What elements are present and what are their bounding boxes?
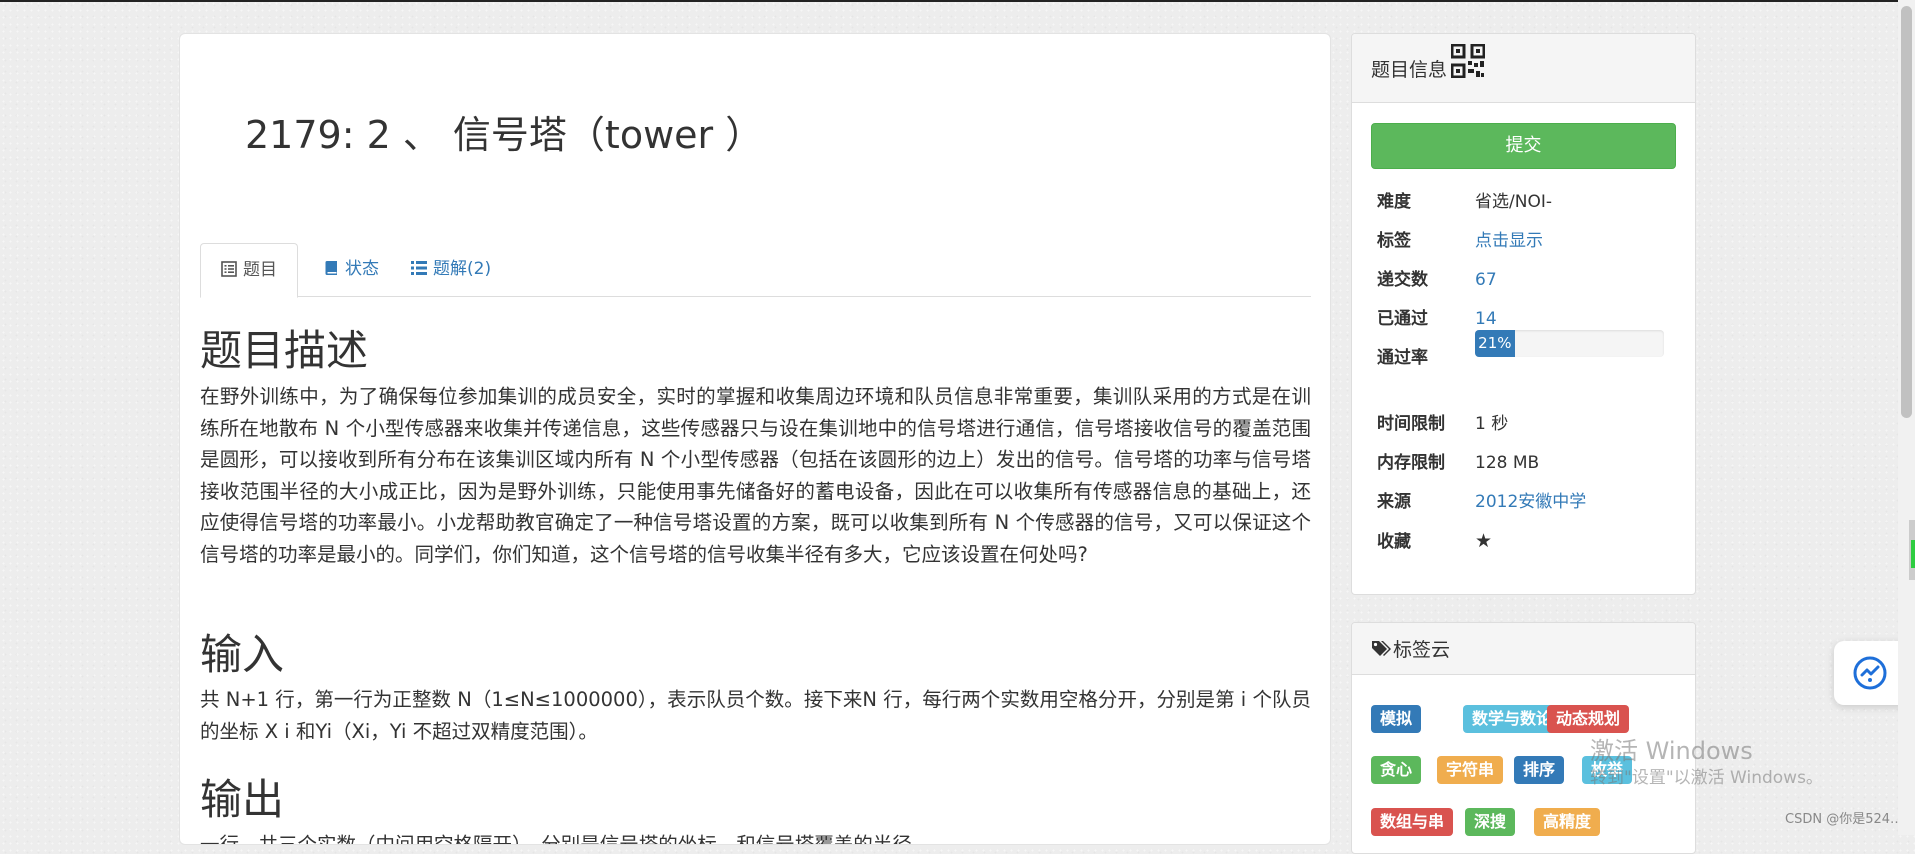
qrcode-icon[interactable]	[1451, 44, 1486, 78]
memory-limit-label: 内存限制	[1377, 453, 1445, 473]
difficulty-value: 省选/NOI-	[1475, 192, 1552, 212]
pass-rate-label: 通过率	[1377, 348, 1428, 368]
list-alt-icon	[221, 261, 237, 277]
book-icon	[325, 261, 337, 275]
difficulty-row: 难度 省选/NOI-	[1377, 188, 1552, 216]
problem-tabs: 题目 状态 题解(2)	[200, 209, 1311, 298]
submissions-label: 递交数	[1377, 270, 1428, 290]
description-heading: 题目描述	[200, 326, 369, 375]
tag-cloud-title: 标签云	[1393, 639, 1451, 661]
time-limit-row: 时间限制 1 秒	[1377, 410, 1508, 438]
problem-info-title: 题目信息	[1371, 58, 1448, 81]
floating-assistant-button[interactable]	[1834, 641, 1906, 705]
difficulty-label: 难度	[1377, 192, 1411, 212]
problem-info-header: 题目信息	[1352, 34, 1695, 103]
accepted-row: 已通过 14	[1377, 305, 1497, 333]
favorite-label: 收藏	[1377, 532, 1411, 552]
problem-title: 2179: 2 、 信号塔（tower ）	[245, 113, 764, 157]
time-limit-value: 1 秒	[1475, 414, 1509, 434]
tag-pill[interactable]: 高精度	[1534, 808, 1601, 836]
tag-pill[interactable]: 模拟	[1371, 705, 1422, 733]
tab-status-label: 状态	[345, 259, 379, 279]
pass-rate-progress: 21%	[1475, 330, 1664, 357]
pass-rate-bar: 21%	[1475, 330, 1515, 357]
source-link[interactable]: 2012安徽中学	[1475, 492, 1586, 512]
input-heading: 输入	[200, 630, 285, 679]
tags-label: 标签	[1377, 231, 1411, 251]
tab-solutions[interactable]: 题解(2)	[391, 243, 511, 295]
submissions-row: 递交数 67	[1377, 266, 1497, 294]
top-border	[0, 0, 1915, 2]
memory-limit-row: 内存限制 128 MB	[1377, 449, 1539, 477]
list-icon	[411, 261, 427, 275]
tag-pill[interactable]: 数组与串	[1371, 808, 1454, 836]
tag-pill[interactable]: 字符串	[1437, 756, 1504, 784]
submissions-link[interactable]: 67	[1475, 270, 1497, 290]
csdn-watermark: CSDN @你是524…	[1785, 812, 1904, 827]
problem-info-panel: 题目信息 提交 难度 省选/NOI- 标签 点击显示 递交数 67 已通过 14 通过率…	[1351, 33, 1696, 595]
show-tags-link[interactable]: 点击显示	[1475, 231, 1543, 251]
problem-panel: 2179: 2 、 信号塔（tower ） 题目 状态 题解(2) 题目描述 在…	[179, 33, 1331, 845]
accepted-link[interactable]: 14	[1475, 309, 1497, 329]
time-limit-label: 时间限制	[1377, 414, 1445, 434]
activate-windows-title: 激活 Windows	[1590, 737, 1753, 765]
scroll-marker-green	[1911, 540, 1915, 568]
pass-rate-row: 通过率	[1377, 344, 1475, 372]
accepted-label: 已通过	[1377, 309, 1428, 329]
source-row: 来源 2012安徽中学	[1377, 488, 1586, 516]
tags-row: 标签 点击显示	[1377, 227, 1543, 255]
tag-pill[interactable]: 排序	[1514, 756, 1565, 784]
description-text: 在野外训练中，为了确保每位参加集训的成员安全，实时的掌握和收集周边环境和队员信息…	[200, 385, 1311, 566]
input-text: 共 N+1 行，第一行为正整数 N（1≤N≤1000000），表示队员个数。接下…	[200, 688, 1311, 743]
output-heading: 输出	[200, 775, 285, 824]
tag-pill[interactable]: 动态规划	[1547, 705, 1630, 733]
tab-status[interactable]: 状态	[305, 243, 399, 295]
star-icon[interactable]: ★	[1475, 530, 1492, 552]
tag-pill[interactable]: 深搜	[1465, 808, 1516, 836]
favorite-row: 收藏 ★	[1377, 527, 1492, 555]
tab-solutions-label: 题解(2)	[433, 259, 492, 279]
output-text: 一行，共三个实数（中间用空格隔开），分别是信号塔的坐标，和信号塔覆盖的半径。	[200, 833, 932, 845]
tab-problem-label: 题目	[243, 260, 277, 280]
assistant-icon	[1853, 656, 1887, 690]
tag-pill[interactable]: 贪心	[1371, 756, 1422, 784]
activate-windows-subtitle: 转到"设置"以激活 Windows。	[1590, 768, 1823, 788]
submit-button[interactable]: 提交	[1371, 123, 1676, 169]
tab-problem[interactable]: 题目	[200, 243, 298, 298]
tags-icon	[1372, 640, 1391, 656]
page-scrollbar[interactable]	[1898, 0, 1915, 835]
scrollbar-thumb[interactable]	[1901, 6, 1912, 418]
memory-limit-value: 128 MB	[1475, 453, 1540, 473]
tag-cloud-header: 标签云	[1352, 623, 1695, 675]
source-label: 来源	[1377, 492, 1411, 512]
